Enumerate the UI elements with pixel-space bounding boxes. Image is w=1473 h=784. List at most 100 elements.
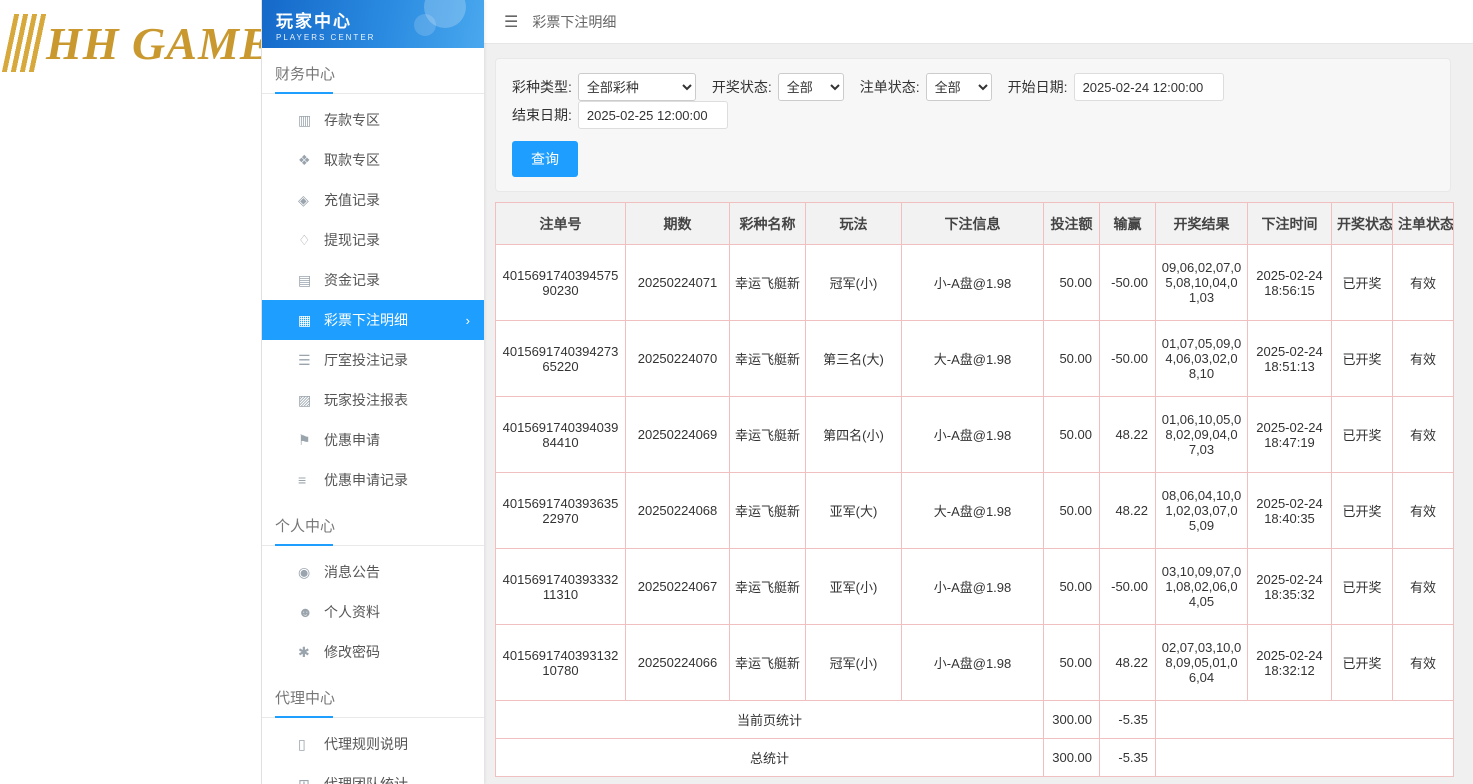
sidebar-item-cashout-record[interactable]: ♢ 提现记录 <box>262 220 484 260</box>
summary-empty <box>1156 701 1454 739</box>
cell-order-status: 有效 <box>1393 473 1454 549</box>
cell-order-id: 401569174039457590230 <box>496 245 626 321</box>
cell-draw-result: 03,10,09,07,01,08,02,06,04,05 <box>1156 549 1248 625</box>
summary-label: 总统计 <box>496 739 1044 777</box>
summary-winloss: -5.35 <box>1100 739 1156 777</box>
topbar: ☰ 彩票下注明细 <box>484 0 1473 44</box>
sidebar-item-label: 优惠申请记录 <box>324 470 408 490</box>
sidebar-item-hall-bet-record[interactable]: ☰ 厅室投注记录 <box>262 340 484 380</box>
sidebar-item-withdraw[interactable]: ❖ 取款专区 <box>262 140 484 180</box>
col-winloss: 输赢 <box>1100 203 1156 245</box>
sidebar-item-label: 代理团队统计 <box>324 774 408 784</box>
sidebar-item-deposit[interactable]: ▥ 存款专区 <box>262 100 484 140</box>
sidebar-header: 玩家中心 PLAYERS CENTER <box>262 0 484 48</box>
cell-draw-status: 已开奖 <box>1332 473 1393 549</box>
cell-order-status: 有效 <box>1393 397 1454 473</box>
cell-bet-time: 2025-02-24 18:47:19 <box>1248 397 1332 473</box>
start-date-label: 开始日期: <box>1008 77 1068 97</box>
order-status-select[interactable]: 全部 <box>926 73 992 101</box>
hall-bet-icon: ☰ <box>298 352 324 369</box>
summary-bet-amount: 300.00 <box>1044 739 1100 777</box>
cell-order-id: 401569174039363522970 <box>496 473 626 549</box>
search-button[interactable]: 查询 <box>512 141 578 177</box>
cell-bet-info: 小-A盘@1.98 <box>902 245 1044 321</box>
team-stats-icon: ⊞ <box>298 776 324 784</box>
sidebar-item-recharge-record[interactable]: ◈ 充值记录 <box>262 180 484 220</box>
cell-bet-time: 2025-02-24 18:51:13 <box>1248 321 1332 397</box>
sidebar-item-label: 彩票下注明细 <box>324 310 408 330</box>
table-header-row: 注单号 期数 彩种名称 玩法 下注信息 投注额 输赢 开奖结果 下注时间 开奖状… <box>496 203 1454 245</box>
end-date-input[interactable] <box>578 101 728 129</box>
hamburger-menu-icon[interactable]: ☰ <box>504 12 518 32</box>
cell-order-status: 有效 <box>1393 625 1454 701</box>
cell-draw-result: 09,06,02,07,05,08,10,04,01,03 <box>1156 245 1248 321</box>
cell-bet-amount: 50.00 <box>1044 549 1100 625</box>
draw-status-select[interactable]: 全部 <box>778 73 844 101</box>
cell-bet-amount: 50.00 <box>1044 245 1100 321</box>
section-title-personal: 个人中心 <box>262 500 484 546</box>
cell-bet-amount: 50.00 <box>1044 625 1100 701</box>
cell-period: 20250224066 <box>626 625 730 701</box>
sidebar-item-label: 取款专区 <box>324 150 380 170</box>
sidebar-item-change-password[interactable]: ✱ 修改密码 <box>262 632 484 672</box>
col-draw-status: 开奖状态 <box>1332 203 1393 245</box>
cell-lottery-name: 幸运飞艇新 <box>730 321 806 397</box>
table-row: 401569174039333211310 20250224067 幸运飞艇新 … <box>496 549 1454 625</box>
cell-winloss: -50.00 <box>1100 245 1156 321</box>
sidebar-item-agent-team-stats[interactable]: ⊞ 代理团队统计 <box>262 764 484 784</box>
sidebar-item-profile[interactable]: ☻ 个人资料 <box>262 592 484 632</box>
cell-play: 亚军(大) <box>806 473 902 549</box>
sidebar-item-label: 修改密码 <box>324 642 380 662</box>
user-icon: ☻ <box>298 604 324 620</box>
deposit-icon: ▥ <box>298 112 324 129</box>
sidebar-item-announcements[interactable]: ◉ 消息公告 <box>262 552 484 592</box>
cell-draw-status: 已开奖 <box>1332 625 1393 701</box>
summary-bet-amount: 300.00 <box>1044 701 1100 739</box>
promo-apply-icon: ⚑ <box>298 432 324 449</box>
lottery-bet-icon: ▦ <box>298 312 324 329</box>
cell-period: 20250224068 <box>626 473 730 549</box>
sidebar-item-label: 代理规则说明 <box>324 734 408 754</box>
cell-bet-info: 小-A盘@1.98 <box>902 397 1044 473</box>
cell-period: 20250224067 <box>626 549 730 625</box>
cell-order-id: 401569174039427365220 <box>496 321 626 397</box>
cell-order-status: 有效 <box>1393 549 1454 625</box>
cell-period: 20250224071 <box>626 245 730 321</box>
funds-record-icon: ▤ <box>298 272 324 289</box>
sidebar-item-funds-record[interactable]: ▤ 资金记录 <box>262 260 484 300</box>
table-row: 401569174039363522970 20250224068 幸运飞艇新 … <box>496 473 1454 549</box>
cell-period: 20250224070 <box>626 321 730 397</box>
lottery-type-select[interactable]: 全部彩种 <box>578 73 696 101</box>
cell-bet-info: 大-A盘@1.98 <box>902 321 1044 397</box>
summary-row-total: 总统计 300.00 -5.35 <box>496 739 1454 777</box>
brand-logo: HH GAME <box>0 0 261 86</box>
sidebar-item-player-report[interactable]: ▨ 玩家投注报表 <box>262 380 484 420</box>
cell-draw-status: 已开奖 <box>1332 549 1393 625</box>
sidebar-item-label: 充值记录 <box>324 190 380 210</box>
col-draw-result: 开奖结果 <box>1156 203 1248 245</box>
sidebar-item-promo-apply[interactable]: ⚑ 优惠申请 <box>262 420 484 460</box>
cell-order-status: 有效 <box>1393 321 1454 397</box>
start-date-input[interactable] <box>1074 73 1224 101</box>
cell-bet-amount: 50.00 <box>1044 397 1100 473</box>
cell-draw-result: 01,06,10,05,08,02,09,04,07,03 <box>1156 397 1248 473</box>
table-row: 401569174039427365220 20250224070 幸运飞艇新 … <box>496 321 1454 397</box>
withdraw-icon: ❖ <box>298 152 324 169</box>
sidebar-item-lottery-bet-detail[interactable]: ▦ 彩票下注明细 › <box>262 300 484 340</box>
filter-panel: 彩种类型: 全部彩种 开奖状态: 全部 注单状态: <box>495 58 1451 192</box>
bet-table-panel: 注单号 期数 彩种名称 玩法 下注信息 投注额 输赢 开奖结果 下注时间 开奖状… <box>495 202 1451 777</box>
sidebar-item-promo-record[interactable]: ≡ 优惠申请记录 <box>262 460 484 500</box>
col-play: 玩法 <box>806 203 902 245</box>
order-status-label: 注单状态: <box>860 77 920 97</box>
gear-icon: ✱ <box>298 644 324 661</box>
cell-bet-time: 2025-02-24 18:32:12 <box>1248 625 1332 701</box>
cell-order-status: 有效 <box>1393 245 1454 321</box>
lottery-type-label: 彩种类型: <box>512 77 572 97</box>
sidebar-item-label: 资金记录 <box>324 270 380 290</box>
sidebar-item-agent-rules[interactable]: ▯ 代理规则说明 <box>262 724 484 764</box>
main-area: ☰ 彩票下注明细 彩种类型: 全部彩种 开奖状态: 全部 <box>484 0 1473 784</box>
bet-table: 注单号 期数 彩种名称 玩法 下注信息 投注额 输赢 开奖结果 下注时间 开奖状… <box>495 202 1454 777</box>
col-bet-time: 下注时间 <box>1248 203 1332 245</box>
recharge-record-icon: ◈ <box>298 192 324 209</box>
sidebar-item-label: 消息公告 <box>324 562 380 582</box>
